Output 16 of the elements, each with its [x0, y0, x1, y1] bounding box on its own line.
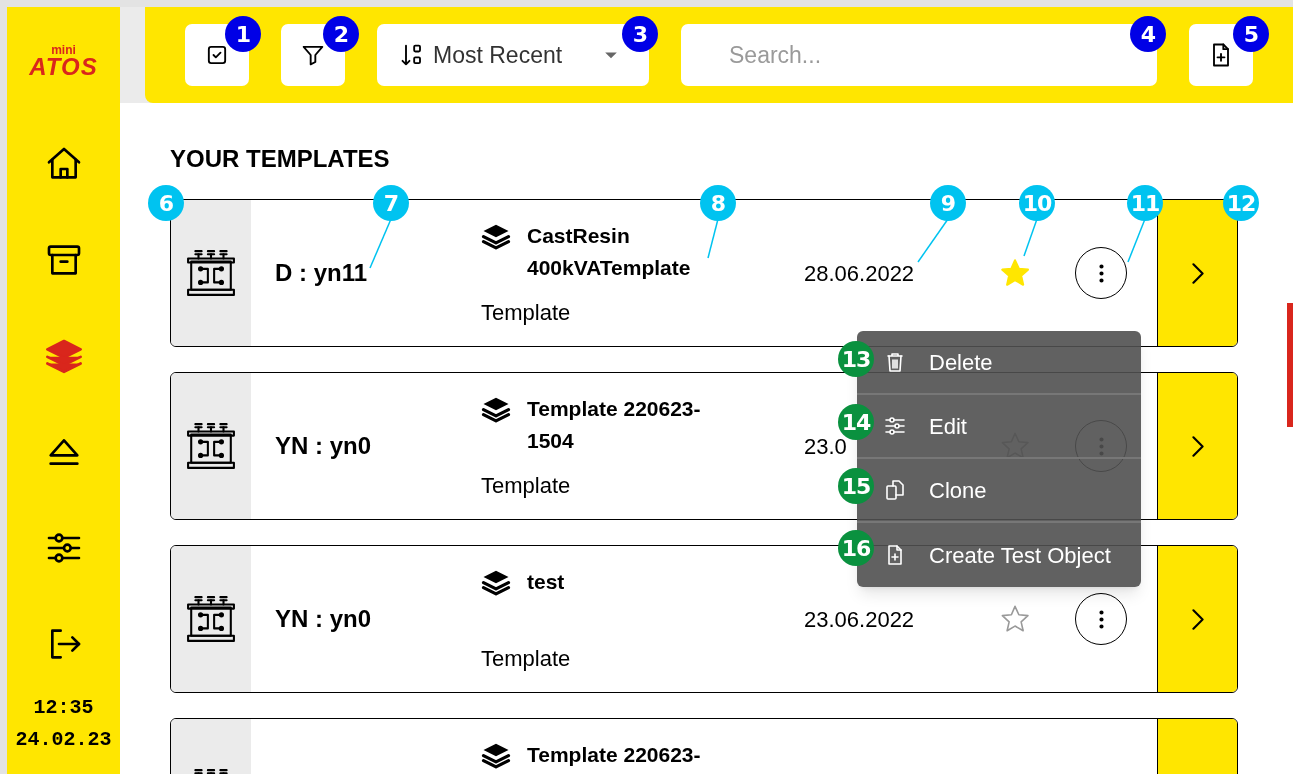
clock-date: 24.02.23: [15, 727, 112, 753]
logo: mini ATOS: [29, 42, 98, 82]
template-name: Template 220623-1504: [527, 396, 702, 454]
template-date: 28.06.2022: [804, 259, 915, 288]
clock-time: 12:35: [33, 695, 94, 721]
template-name: test: [527, 569, 566, 595]
vector-group: D : yn11: [275, 255, 368, 291]
template-type: Template: [481, 473, 572, 499]
template-name: Template 220623-: [527, 742, 702, 768]
template-name: CastResin 400kVATemplate: [527, 223, 692, 281]
vector-group: YN : yn0: [275, 428, 372, 464]
template-date: 23.06.2022: [804, 605, 915, 634]
vector-group: YN : yn0: [275, 601, 372, 637]
template-type: Template: [481, 646, 572, 672]
template-type: Template: [481, 300, 572, 326]
section-title: YOUR TEMPLATES: [170, 145, 391, 173]
